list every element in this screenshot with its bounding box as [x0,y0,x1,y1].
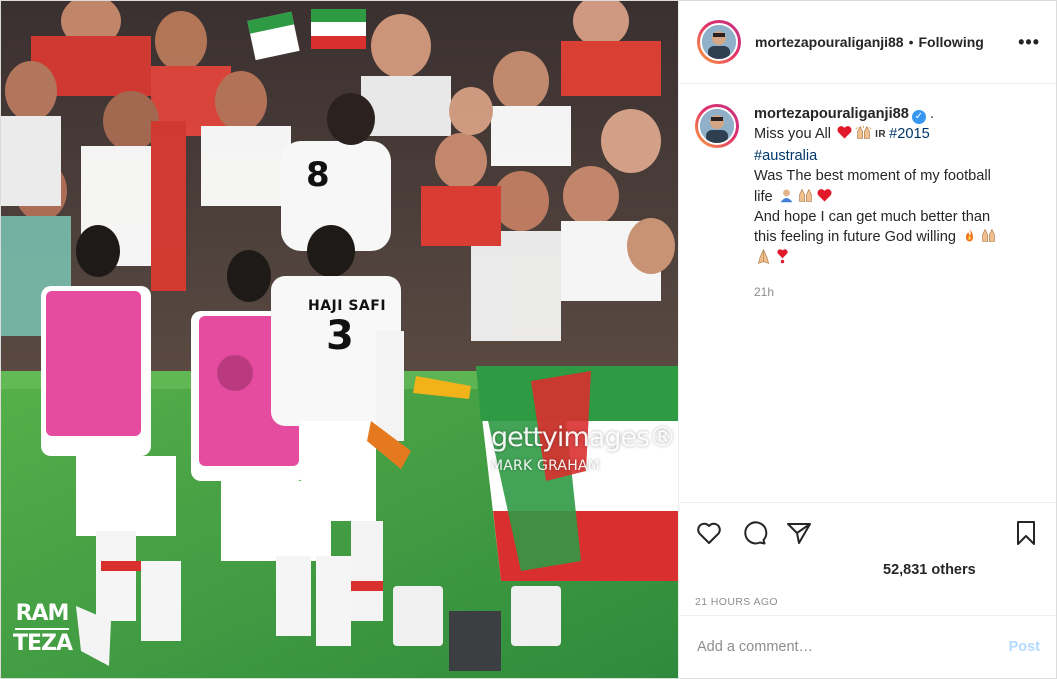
raising-hands-icon [855,126,872,140]
paper-plane-icon[interactable] [785,519,813,547]
avatar-image [700,23,738,61]
red-heart-icon [837,126,852,139]
fire-icon [965,229,974,242]
ramteza-logo: RAM TEZA [13,600,73,658]
instagram-post-modal: 8 HAJI SAFI 3 gettyimages® MARK GRAHAM R… [0,0,1057,679]
likes-count-link[interactable]: 52,831 others [695,559,1040,581]
action-bar [695,503,1040,559]
iran-flag-letters: IR [875,129,887,141]
caption-line-4: life [754,188,777,205]
verified-badge-icon: ✓ [911,110,926,124]
header-avatar[interactable] [697,20,741,64]
caption-line-5: And hope I can get much better than [754,209,991,226]
caption-line-6: this feeling in future God willing [754,229,961,246]
post-timestamp[interactable]: 21 HOURS AGO [695,589,1040,615]
svg-text:8: 8 [306,155,330,195]
header-username-link[interactable]: mortezapouraliganji88 [755,34,904,50]
heart-outline-icon[interactable] [695,519,723,547]
caption-body: mortezapouraliganji88 ✓ . Miss you All IR… [754,104,998,299]
ramteza-logo-divider [15,628,69,630]
getty-watermark-main: gettyimages® [491,422,676,453]
caption-username-link[interactable]: mortezapouraliganji88 [754,106,909,122]
ramteza-logo-bottom: TEZA [13,631,73,656]
post-side-panel: mortezapouraliganji88 • Following ••• mo… [678,1,1056,678]
caption-row: mortezapouraliganji88 ✓ . Miss you All IR… [695,104,1040,299]
getty-watermark-credit: MARK GRAHAM [491,458,600,474]
getty-watermark: gettyimages® MARK GRAHAM [491,422,676,474]
red-heart-icon [817,188,832,202]
comments-section: mortezapouraliganji88 ✓ . Miss you All IR… [679,84,1056,502]
profile-photo-icon [702,25,736,59]
heart-exclamation-icon [777,249,788,264]
bookmark-icon[interactable] [1012,519,1040,547]
hashtag-australia-link[interactable]: #australia [754,148,817,164]
comment-input[interactable] [697,639,1009,655]
profile-photo-icon [700,109,734,143]
caption-line-1: Miss you All [754,126,836,143]
add-comment-bar: Post [679,615,1056,678]
caption-avatar[interactable] [695,104,739,148]
post-photo[interactable]: 8 HAJI SAFI 3 gettyimages® MARK GRAHAM R… [1,1,678,678]
caption-text: mortezapouraliganji88 ✓ . Miss you All IR… [754,104,998,268]
folded-hands-icon [757,248,770,264]
person-bowing-icon [780,189,793,202]
hashtag-2015-link[interactable]: #2015 [889,126,930,142]
header-separator-dot: • [908,34,914,50]
ramteza-logo-top: RAM [15,601,70,626]
jersey-number-text: 3 [326,313,354,359]
caption-after-name: . [925,106,935,122]
avatar-image [698,107,736,145]
jersey-name-text: HAJI SAFI [308,298,387,314]
post-comment-button[interactable]: Post [1009,639,1040,655]
following-button[interactable]: Following [919,34,984,50]
comment-bubble-icon[interactable] [740,519,768,547]
caption-line-3: Was The best moment of my football [754,168,991,185]
post-header: mortezapouraliganji88 • Following ••• [679,1,1056,84]
caption-timestamp[interactable]: 21h [754,285,998,299]
post-actions-section: 52,831 others 21 HOURS AGO [679,502,1056,615]
raising-hands-icon [982,229,995,243]
more-options-icon[interactable]: ••• [1018,32,1040,53]
raising-hands-icon [798,188,812,202]
